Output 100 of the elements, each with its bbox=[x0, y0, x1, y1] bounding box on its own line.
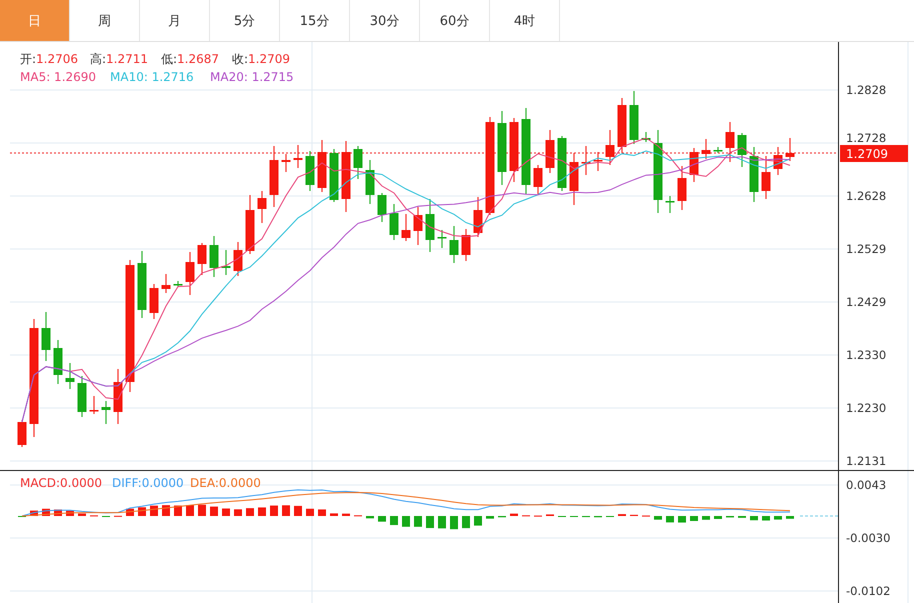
macd-bar bbox=[306, 508, 314, 516]
candle bbox=[42, 312, 50, 362]
candle bbox=[222, 250, 230, 276]
ma-reading: MA20: 1.2715 bbox=[210, 70, 294, 84]
candle bbox=[234, 242, 242, 276]
candle bbox=[582, 146, 590, 176]
candle bbox=[342, 140, 350, 212]
candle bbox=[546, 130, 554, 174]
ohlc-reading: 开:1.2706 bbox=[20, 52, 78, 66]
macd-bar bbox=[282, 505, 290, 516]
macd-bar bbox=[246, 508, 254, 516]
candle bbox=[258, 190, 266, 224]
macd-bar bbox=[714, 516, 722, 519]
candle bbox=[78, 376, 86, 418]
axis-label: 1.2330 bbox=[846, 348, 886, 362]
ohlc-reading: 收:1.2709 bbox=[232, 52, 290, 66]
candle bbox=[618, 98, 626, 154]
candle bbox=[150, 284, 158, 320]
macd-bar bbox=[162, 505, 170, 516]
macd-reading: DIFF:0.0000 bbox=[112, 476, 184, 490]
candle bbox=[558, 136, 566, 192]
candle bbox=[774, 146, 782, 176]
macd-bar bbox=[270, 506, 278, 516]
macd-bar bbox=[222, 508, 230, 516]
macd-bar bbox=[294, 506, 302, 516]
macd-bar bbox=[234, 509, 242, 516]
macd-bar bbox=[378, 516, 386, 522]
candle bbox=[102, 400, 110, 424]
macd-bar bbox=[462, 516, 470, 528]
candle bbox=[90, 396, 98, 414]
candle bbox=[690, 148, 698, 182]
candle bbox=[438, 230, 446, 248]
axis-label: 1.2529 bbox=[846, 242, 886, 256]
axis-label: 1.2628 bbox=[846, 189, 886, 203]
candle bbox=[702, 138, 710, 160]
candle bbox=[378, 192, 386, 222]
macd-bar bbox=[690, 516, 698, 521]
macd-bar bbox=[198, 504, 206, 516]
candle bbox=[534, 164, 542, 194]
candle bbox=[606, 130, 614, 166]
candle bbox=[174, 280, 182, 288]
macd-bar bbox=[414, 516, 422, 527]
candle bbox=[402, 214, 410, 242]
candle bbox=[330, 148, 338, 202]
macd-bar bbox=[450, 516, 458, 530]
macd-bar bbox=[666, 516, 674, 522]
candle bbox=[570, 152, 578, 206]
candle bbox=[18, 420, 26, 448]
macd-bar bbox=[150, 506, 158, 516]
candle bbox=[246, 194, 254, 254]
macd-bar bbox=[366, 516, 374, 518]
axis-label: 1.2230 bbox=[846, 401, 886, 415]
macd-bar bbox=[318, 509, 326, 516]
candle bbox=[162, 274, 170, 294]
macd-bar bbox=[30, 510, 38, 516]
candle bbox=[294, 144, 302, 168]
candle bbox=[390, 204, 398, 240]
ma-reading: MA5: 1.2690 bbox=[20, 70, 96, 84]
ohlc-reading: 高:1.2711 bbox=[90, 52, 148, 66]
candle bbox=[306, 150, 314, 192]
candle bbox=[462, 228, 470, 262]
macd-bar bbox=[474, 516, 482, 526]
candle bbox=[318, 140, 326, 192]
candle bbox=[666, 196, 674, 214]
macd-bar bbox=[510, 514, 518, 516]
macd-bar bbox=[438, 516, 446, 528]
candle bbox=[450, 226, 458, 264]
macd-bar bbox=[78, 514, 86, 516]
axis-label: -0.0030 bbox=[846, 531, 890, 545]
axis-label: 1.2728 bbox=[846, 131, 886, 145]
macd-bar bbox=[762, 516, 770, 521]
axis-label: 1.2131 bbox=[846, 454, 886, 468]
candle bbox=[630, 90, 638, 144]
axis-label: 1.2429 bbox=[846, 295, 886, 309]
macd-bar bbox=[390, 516, 398, 526]
candle bbox=[474, 196, 482, 238]
candle bbox=[726, 122, 734, 162]
candle bbox=[714, 146, 722, 154]
candle bbox=[750, 146, 758, 202]
candle bbox=[510, 118, 518, 182]
macd-bar bbox=[702, 516, 710, 520]
candle bbox=[786, 138, 794, 162]
candle bbox=[354, 146, 362, 180]
macd-bar bbox=[258, 507, 266, 516]
macd-bar bbox=[786, 516, 794, 519]
candle bbox=[114, 368, 122, 424]
ma-reading: MA10: 1.2716 bbox=[110, 70, 194, 84]
macd-bar bbox=[342, 514, 350, 516]
candle bbox=[678, 166, 686, 210]
macd-bar bbox=[174, 506, 182, 516]
candle bbox=[54, 340, 62, 384]
macd-reading: DEA:0.0000 bbox=[190, 476, 261, 490]
candle bbox=[738, 132, 746, 168]
candle bbox=[762, 156, 770, 200]
macd-bar bbox=[750, 516, 758, 520]
macd-bar bbox=[330, 513, 338, 516]
macd-bar bbox=[426, 516, 434, 528]
ohlc-reading: 低:1.2687 bbox=[161, 52, 220, 66]
macd-bar bbox=[402, 516, 410, 527]
candle bbox=[66, 362, 74, 390]
